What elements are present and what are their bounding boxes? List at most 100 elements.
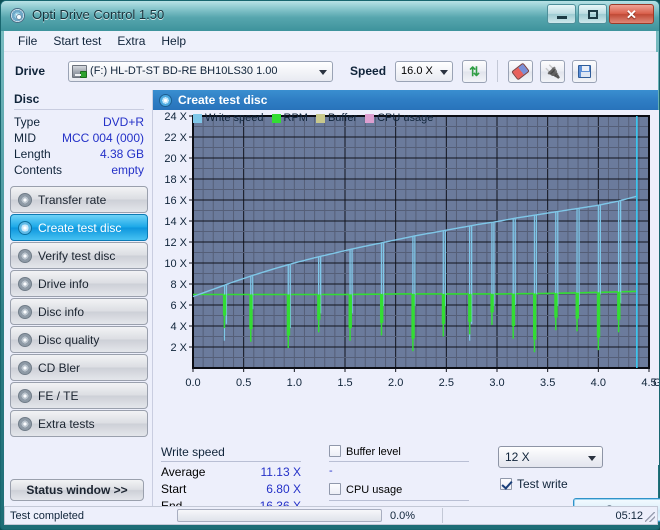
window-controls: ✕ <box>547 4 654 24</box>
buffer-level-label: Buffer level <box>346 446 401 458</box>
legend-swatch <box>193 113 202 123</box>
disc-icon <box>18 192 32 207</box>
resize-grip-icon[interactable] <box>645 512 655 522</box>
sidebar-item-label: Transfer rate <box>38 192 107 207</box>
save-button[interactable] <box>572 59 598 83</box>
sidebar-item-extra-tests[interactable]: Extra tests <box>10 410 148 437</box>
disc-divider <box>14 109 144 110</box>
svg-text:22 X: 22 X <box>164 132 187 144</box>
svg-text:8 X: 8 X <box>170 279 187 291</box>
status-text: Test completed <box>10 509 84 522</box>
menu-item-file[interactable]: File <box>10 32 45 50</box>
legend-item-rpm: RPM <box>271 112 308 124</box>
legend-item-buffer: Buffer <box>315 112 357 124</box>
app-disc-icon <box>10 8 26 24</box>
results-divider <box>329 500 469 501</box>
chart-area: 2 X 4 X 6 X 8 X 10 X 12 X 14 X 16 X 18 X 20 X 22 X… <box>153 110 659 465</box>
legend-swatch <box>315 113 325 123</box>
sidebar-item-disc-info[interactable]: Disc info <box>10 298 148 325</box>
menu-item-start-test[interactable]: Start test <box>45 32 109 50</box>
disc-icon <box>18 276 32 291</box>
disc-icon <box>18 304 32 319</box>
panel-header: Create test disc <box>153 90 658 110</box>
status-window-button[interactable]: Status window >> <box>10 479 144 501</box>
sidebar-item-disc-quality[interactable]: Disc quality <box>10 326 148 353</box>
save-icon <box>578 64 592 78</box>
minimize-icon <box>556 15 567 19</box>
svg-text:24 X: 24 X <box>164 111 187 123</box>
legend-label: Write speed <box>205 112 264 124</box>
sidebar-item-label: Disc quality <box>38 332 100 347</box>
close-button[interactable]: ✕ <box>609 4 654 24</box>
legend-label: RPM <box>283 112 308 124</box>
disc-key: Contents <box>14 163 63 177</box>
settings-button[interactable]: 🔌 <box>540 59 566 83</box>
menu-item-help[interactable]: Help <box>153 32 194 50</box>
svg-text:12 X: 12 X <box>164 237 187 249</box>
legend-label: CPU usage <box>377 112 434 124</box>
svg-text:1.5: 1.5 <box>337 377 352 389</box>
svg-text:2.0: 2.0 <box>388 377 403 389</box>
svg-text:14 X: 14 X <box>164 216 187 228</box>
chevron-down-icon <box>319 69 328 75</box>
window-title: Opti Drive Control 1.50 <box>32 7 165 22</box>
disc-icon <box>159 93 172 107</box>
disc-key: MID <box>14 131 36 145</box>
minimize-button[interactable] <box>547 4 576 24</box>
speed-label: Speed <box>350 64 387 78</box>
maximize-icon <box>587 9 598 19</box>
disc-icon <box>18 360 32 375</box>
sidebar-item-label: CD Bler <box>38 360 81 375</box>
disc-icon <box>18 388 32 403</box>
result-value: 6.80 X <box>266 482 301 496</box>
disc-icon <box>18 220 32 235</box>
disc-icon <box>18 332 32 347</box>
sidebar-item-create-test-disc[interactable]: Create test disc <box>10 214 148 241</box>
content-panel: Create test disc Write speed RPM Buffer <box>152 90 660 522</box>
svg-text:3.5: 3.5 <box>540 377 555 389</box>
eraser-icon <box>511 62 530 80</box>
drive-select[interactable]: (F:) HL-DT-ST BD-RE BH10LS30 1.00 <box>68 60 334 82</box>
sidebar-item-label: Extra tests <box>38 416 95 431</box>
refresh-button[interactable]: ⇅ <box>462 59 488 83</box>
test-write-label: Test write <box>517 477 568 491</box>
buffer-level-value: - <box>329 465 333 477</box>
sidebar-item-fe-te[interactable]: FE / TE <box>10 382 148 409</box>
sidebar-item-transfer-rate[interactable]: Transfer rate <box>10 186 148 213</box>
test-write-checkbox[interactable]: Test write <box>500 477 568 491</box>
sidebar-item-label: Verify test disc <box>38 248 116 263</box>
legend-swatch <box>271 113 281 123</box>
maximize-button[interactable] <box>578 4 607 24</box>
disc-key: Length <box>14 147 51 161</box>
disc-icon <box>18 248 32 263</box>
result-row-start: Start 6.80 X <box>161 482 301 496</box>
svg-text:3.0: 3.0 <box>489 377 504 389</box>
disc-row-contents: Contents empty <box>4 162 152 178</box>
chevron-down-icon <box>588 456 596 461</box>
plug-icon: 🔌 <box>544 63 561 79</box>
svg-text:16 X: 16 X <box>164 195 187 207</box>
svg-text:0.0: 0.0 <box>185 377 200 389</box>
sidebar-nav: Transfer rate Create test disc Verify te… <box>4 186 152 437</box>
svg-text:4.0: 4.0 <box>591 377 606 389</box>
svg-text:18 X: 18 X <box>164 174 187 186</box>
result-key: Average <box>161 465 206 479</box>
status-divider <box>442 508 443 523</box>
svg-text:20 X: 20 X <box>164 153 187 165</box>
sidebar-item-cd-bler[interactable]: CD Bler <box>10 354 148 381</box>
cpu-usage-checkbox[interactable]: CPU usage <box>329 483 469 496</box>
svg-text:0.5: 0.5 <box>236 377 251 389</box>
erase-button[interactable] <box>508 59 534 83</box>
menu-item-extra[interactable]: Extra <box>109 32 153 50</box>
buffer-level-checkbox[interactable]: Buffer level <box>329 445 469 458</box>
app-window: Opti Drive Control 1.50 ✕ File Start tes… <box>0 0 660 530</box>
write-speed-select[interactable]: 12 X <box>498 446 603 468</box>
sidebar-item-drive-info[interactable]: Drive info <box>10 270 148 297</box>
chart-legend: Write speed RPM Buffer CPU usage <box>193 112 437 124</box>
toolbar-divider <box>497 60 499 82</box>
close-icon: ✕ <box>626 6 637 22</box>
speed-select[interactable]: 16.0 X <box>395 60 454 82</box>
disc-row-mid: MID MCC 004 (000) <box>4 130 152 146</box>
svg-text:4 X: 4 X <box>170 321 187 333</box>
sidebar-item-verify-test-disc[interactable]: Verify test disc <box>10 242 148 269</box>
